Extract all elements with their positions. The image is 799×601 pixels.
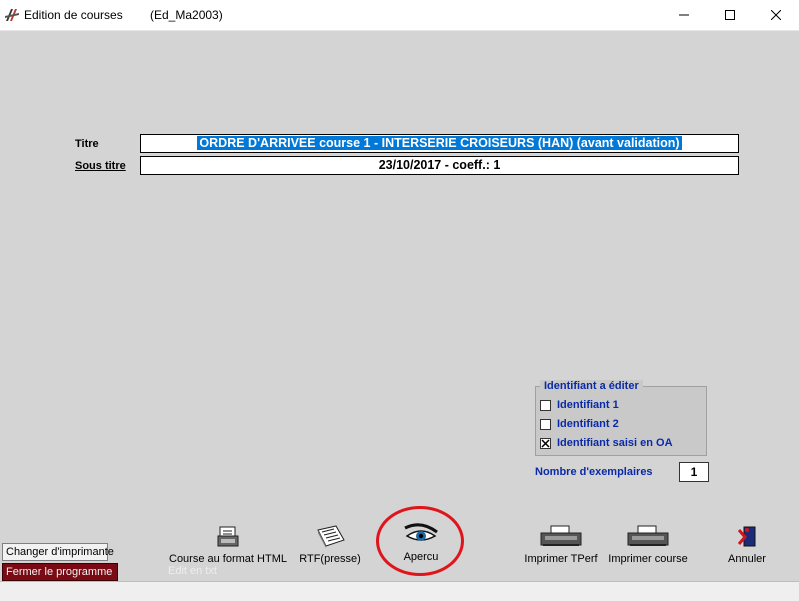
titre-input[interactable]: ORDRE D'ARRIVEE course 1 - INTERSERIE CR… [140,134,739,153]
html-page-icon [217,526,239,547]
titre-value: ORDRE D'ARRIVEE course 1 - INTERSERIE CR… [197,136,682,150]
identifiant-1-checkbox[interactable]: Identifiant 1 [540,399,619,411]
exit-door-icon [737,526,756,547]
fermer-programme-button[interactable]: Fermer le programme [2,563,118,581]
annuler-button[interactable]: Annuler [722,524,772,565]
minimize-button[interactable] [661,0,707,30]
sous-titre-input[interactable]: 23/10/2017 - coeff.: 1 [140,156,739,175]
sous-titre-value: 23/10/2017 - coeff.: 1 [378,158,501,172]
rtf-presse-button[interactable]: RTF(presse) [296,524,364,565]
identifiant-2-checkbox[interactable]: Identifiant 2 [540,418,619,430]
copies-label: Nombre d'exemplaires [535,466,653,478]
annuler-label: Annuler [728,553,766,565]
imprimer-course-button[interactable]: Imprimer course [608,524,688,565]
printer-icon [627,525,669,546]
edit-txt-button[interactable]: Edit en txt [168,565,217,577]
close-button[interactable] [753,0,799,30]
apercu-label: Apercu [403,551,439,563]
rtf-presse-label: RTF(presse) [299,553,361,565]
close-icon [771,10,781,20]
identifiant-oa-checkbox[interactable]: Identifiant saisi en OA [540,437,673,449]
identifiant-oa-label: Identifiant saisi en OA [557,437,673,449]
window-subtitle: (Ed_Ma2003) [150,8,223,22]
minimize-icon [679,14,689,16]
identifiant-group-title: Identifiant a éditer [540,380,643,392]
eye-icon [404,523,438,541]
changer-imprimante-button[interactable]: Changer d'imprimante [2,543,114,561]
window-titlebar: Edition de courses (Ed_Ma2003) [0,0,799,31]
imprimer-course-label: Imprimer course [608,553,688,565]
app-icon [4,7,20,23]
copies-input[interactable]: 1 [679,462,709,482]
identifiant-2-label: Identifiant 2 [557,418,619,430]
window-title: Edition de courses [24,8,123,22]
sous-titre-label: Sous titre [75,160,126,172]
checkbox-box [540,418,551,430]
checkbox-box [540,437,551,449]
checkbox-box [540,399,551,411]
titre-label: Titre [75,138,99,150]
newspaper-icon [317,525,345,548]
printer-icon [540,525,582,546]
imprimer-tperf-label: Imprimer TPerf [524,553,598,565]
identifiant-1-label: Identifiant 1 [557,399,619,411]
apercu-button[interactable]: Apercu [386,522,456,563]
maximize-icon [725,10,735,20]
status-bar [0,581,799,601]
imprimer-tperf-button[interactable]: Imprimer TPerf [524,524,598,565]
html-export-button[interactable]: Course au format HTML [168,524,288,565]
check-x-icon [541,438,550,448]
html-export-label: Course au format HTML [169,553,287,565]
maximize-button[interactable] [707,0,753,30]
